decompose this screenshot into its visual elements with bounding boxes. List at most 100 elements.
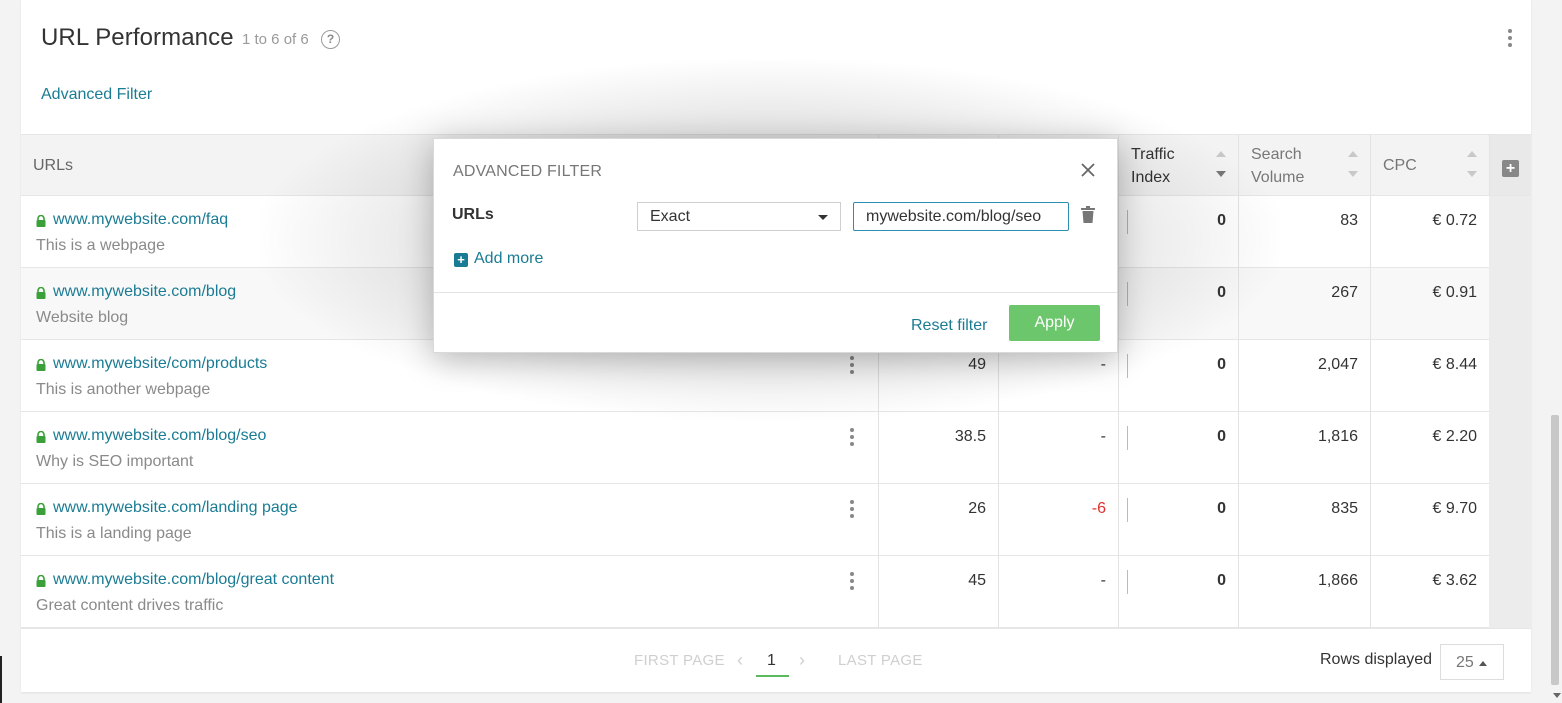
- add-column-button[interactable]: +: [1489, 135, 1531, 195]
- filter-field-label: URLs: [452, 206, 494, 223]
- help-icon[interactable]: ?: [321, 30, 340, 49]
- result-count: 1 to 6 of 6: [242, 31, 309, 48]
- url-link[interactable]: www.mywebsite.com/blog/great content: [53, 571, 334, 589]
- table-row: www.mywebsite.com/landing page This is a …: [21, 484, 1489, 556]
- page-title: URL Performance: [41, 24, 234, 51]
- cell-cpc: € 0.72: [1370, 196, 1489, 268]
- cell-col1: 26: [878, 484, 998, 556]
- lock-icon: [36, 215, 46, 227]
- current-page-indicator: [756, 675, 789, 677]
- trend-bar: [1127, 354, 1128, 378]
- kebab-icon: [849, 356, 855, 374]
- cell-search-volume: 1,866: [1238, 556, 1370, 628]
- trend-bar: [1127, 570, 1128, 594]
- caret-up-icon: [1479, 661, 1487, 666]
- apply-button[interactable]: Apply: [1009, 305, 1100, 341]
- trend-bar: [1127, 282, 1128, 306]
- url-link[interactable]: www.mywebsite/com/products: [53, 355, 267, 373]
- table-row: www.mywebsite.com/blog/great content Grea…: [21, 556, 1489, 628]
- trend-bar: [1127, 210, 1128, 234]
- trash-icon[interactable]: [1081, 206, 1095, 223]
- plus-icon: +: [454, 253, 468, 267]
- scrollbar-thumb[interactable]: [1551, 415, 1559, 685]
- cell-traffic-index: 0: [1118, 268, 1238, 340]
- scroll-down-icon[interactable]: [1553, 693, 1561, 698]
- url-description: This is another webpage: [36, 381, 211, 398]
- url-link[interactable]: www.mywebsite.com/landing page: [53, 499, 298, 517]
- lock-icon: [36, 503, 46, 515]
- add-more-button[interactable]: + Add more: [454, 250, 543, 268]
- rows-displayed-select[interactable]: 25: [1440, 644, 1504, 680]
- cell-cpc: € 8.44: [1370, 340, 1489, 412]
- lock-icon: [36, 575, 46, 587]
- url-description: Why is SEO important: [36, 453, 194, 470]
- lock-icon: [36, 431, 46, 443]
- sort-icon: [1348, 151, 1358, 181]
- cell-traffic-index: 0: [1118, 484, 1238, 556]
- cell-traffic-index: 0: [1118, 556, 1238, 628]
- next-page-icon[interactable]: ›: [799, 650, 805, 671]
- trend-bar: [1127, 498, 1128, 522]
- pagination: FIRST PAGE ‹ 1 › LAST PAGE Rows displaye…: [21, 628, 1531, 692]
- kebab-icon: [1507, 29, 1513, 47]
- url-link[interactable]: www.mywebsite.com/blog/seo: [53, 427, 266, 445]
- trend-bar: [1127, 426, 1128, 450]
- cell-traffic-index: 0: [1118, 196, 1238, 268]
- column-header-cpc[interactable]: CPC: [1370, 135, 1489, 195]
- url-link[interactable]: www.mywebsite.com/faq: [53, 211, 228, 229]
- rows-displayed-label: Rows displayed: [1320, 651, 1433, 668]
- url-description: Great content drives traffic: [36, 597, 224, 614]
- current-page[interactable]: 1: [767, 652, 776, 670]
- table-row: www.mywebsite.com/blog/seo Why is SEO imp…: [21, 412, 1489, 484]
- last-page-button[interactable]: LAST PAGE: [838, 652, 923, 669]
- sort-icon: [1467, 151, 1477, 181]
- cell-cpc: € 3.62: [1370, 556, 1489, 628]
- cell-traffic-index: 0: [1118, 340, 1238, 412]
- close-icon[interactable]: [1079, 161, 1097, 179]
- prev-page-icon[interactable]: ‹: [737, 650, 743, 671]
- card-menu-button[interactable]: [1507, 29, 1513, 47]
- sort-icon: [1216, 151, 1226, 181]
- cell-cpc: € 2.20: [1370, 412, 1489, 484]
- cell-search-volume: 1,816: [1238, 412, 1370, 484]
- filter-value-input[interactable]: mywebsite.com/blog/seo: [853, 202, 1069, 231]
- column-header-search-volume[interactable]: Search Volume: [1238, 135, 1370, 195]
- kebab-icon: [849, 572, 855, 590]
- advanced-filter-modal: ADVANCED FILTER URLs Exact mywebsite.com…: [433, 138, 1118, 353]
- modal-title: ADVANCED FILTER: [453, 163, 603, 180]
- cell-cpc: € 9.70: [1370, 484, 1489, 556]
- cell-search-volume: 83: [1238, 196, 1370, 268]
- match-type-select[interactable]: Exact: [637, 202, 841, 231]
- window-edge: [0, 656, 2, 703]
- cell-col2: -: [998, 412, 1118, 484]
- first-page-button[interactable]: FIRST PAGE: [634, 652, 725, 669]
- cell-traffic-index: 0: [1118, 412, 1238, 484]
- caret-down-icon: [818, 215, 828, 220]
- cell-col1: 45: [878, 556, 998, 628]
- row-menu-button[interactable]: [849, 500, 855, 518]
- cell-col2: -6: [998, 484, 1118, 556]
- plus-icon: +: [1502, 160, 1519, 177]
- modal-divider: [434, 292, 1117, 293]
- cell-cpc: € 0.91: [1370, 268, 1489, 340]
- cell-col1: 38.5: [878, 412, 998, 484]
- add-column-strip: [1489, 196, 1531, 628]
- cell-search-volume: 2,047: [1238, 340, 1370, 412]
- lock-icon: [36, 287, 46, 299]
- url-description: This is a webpage: [36, 237, 165, 254]
- kebab-icon: [849, 428, 855, 446]
- advanced-filter-link[interactable]: Advanced Filter: [41, 86, 152, 104]
- cell-col2: -: [998, 556, 1118, 628]
- url-description: This is a landing page: [36, 525, 192, 542]
- cell-search-volume: 267: [1238, 268, 1370, 340]
- lock-icon: [36, 359, 46, 371]
- row-menu-button[interactable]: [849, 428, 855, 446]
- row-menu-button[interactable]: [849, 356, 855, 374]
- row-menu-button[interactable]: [849, 572, 855, 590]
- cell-search-volume: 835: [1238, 484, 1370, 556]
- reset-filter-button[interactable]: Reset filter: [911, 317, 987, 335]
- kebab-icon: [849, 500, 855, 518]
- column-header-traffic-index[interactable]: Traffic Index: [1118, 135, 1238, 195]
- url-link[interactable]: www.mywebsite.com/blog: [53, 283, 236, 301]
- url-description: Website blog: [36, 309, 129, 326]
